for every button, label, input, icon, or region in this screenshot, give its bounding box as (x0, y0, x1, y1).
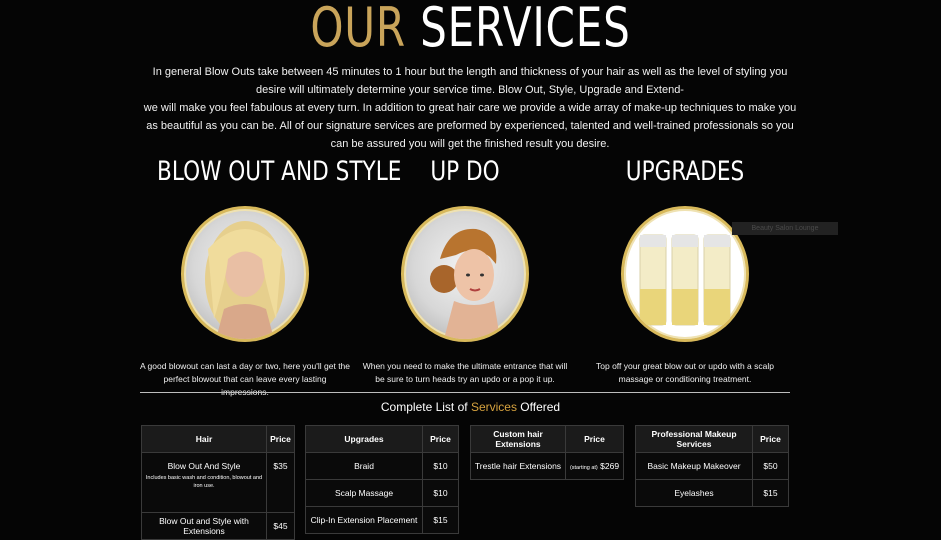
col-header: Price (422, 425, 459, 453)
table-header-row: Professional Makeup Services Price (635, 425, 789, 453)
overlay-tag: Beauty Salon Lounge (732, 222, 838, 235)
table-row: Basic Makeup Makeover $50 (635, 452, 789, 480)
price-cell: $45 (266, 512, 295, 540)
col-header: Price (266, 425, 295, 453)
service-desc: When you need to make the ultimate entra… (362, 361, 568, 384)
intro-text: In general Blow Outs take between 45 min… (140, 63, 800, 153)
upgrades-photo (621, 206, 749, 342)
service-title: UPGRADES (625, 156, 745, 187)
woman-blonde-icon (205, 221, 285, 339)
service-desc: Top off your great blow out or updo with… (596, 361, 774, 384)
col-header: Custom hair Extensions (470, 425, 566, 453)
service-note: Includes basic wash and condition, blowo… (145, 475, 263, 489)
price-value: $269 (600, 461, 620, 471)
col-header: Price (565, 425, 624, 453)
table-row: Eyelashes $15 (635, 479, 789, 507)
service-name-cell: Clip-In Extension Placement (305, 506, 423, 534)
list-title-highlight: Services (470, 400, 517, 414)
upgrades-price-table: Upgrades Price Braid $10 Scalp Massage $… (305, 425, 459, 534)
table-row: Trestle hair Extensions (starting at) $2… (470, 452, 624, 480)
table-header-row: Upgrades Price (305, 425, 459, 453)
woman-updo-icon (430, 228, 500, 339)
title-our: OUR (310, 0, 406, 59)
service-upgrades: UPGRADES Top off your great blow out or … (575, 155, 795, 386)
service-updo: UP DO When you need to make the ultimate… (355, 155, 575, 386)
page-title: OUR SERVICES (104, 0, 838, 62)
list-title: Complete List of Services Offered (0, 400, 941, 414)
col-header: Upgrades (305, 425, 423, 453)
table-row: Blow Out and Style with Extensions $45 (141, 512, 295, 540)
price-cell: $15 (752, 479, 789, 507)
price-cell: $10 (422, 479, 459, 507)
service-name-cell: Blow Out and Style with Extensions (141, 512, 267, 540)
table-header-row: Custom hair Extensions Price (470, 425, 624, 453)
table-row: Scalp Massage $10 (305, 479, 459, 507)
service-name-cell: Scalp Massage (305, 479, 423, 507)
service-name-cell: Braid (305, 452, 423, 480)
list-title-suffix: Offered (516, 400, 561, 414)
bottles-icon (639, 234, 731, 326)
price-cell: $35 (266, 452, 295, 513)
price-cell: (starting at) $269 (565, 452, 624, 480)
service-title: UP DO (430, 156, 500, 187)
price-cell: $15 (422, 506, 459, 534)
table-header-row: Hair Price (141, 425, 295, 453)
table-row: Braid $10 (305, 452, 459, 480)
table-row: Blow Out And Style Includes basic wash a… (141, 452, 295, 513)
divider (140, 392, 790, 393)
service-name: Blow Out And Style (167, 461, 241, 471)
extensions-price-table: Custom hair Extensions Price Trestle hai… (470, 425, 624, 480)
intro-line-1: In general Blow Outs take between 45 min… (152, 66, 788, 96)
service-name-cell: Basic Makeup Makeover (635, 452, 753, 480)
table-row: Clip-In Extension Placement $15 (305, 506, 459, 534)
hair-price-table: Hair Price Blow Out And Style Includes b… (141, 425, 295, 540)
title-services: SERVICES (420, 0, 631, 59)
service-title: BLOW OUT AND STYLE (157, 156, 402, 187)
service-blowout: BLOW OUT AND STYLE A good blowout can la… (135, 155, 402, 399)
price-cell: $50 (752, 452, 789, 480)
col-header: Professional Makeup Services (635, 425, 753, 453)
col-header: Price (752, 425, 789, 453)
price-note: (starting at) (569, 465, 598, 471)
list-title-prefix: Complete List of (380, 400, 471, 414)
blowout-photo (181, 206, 309, 342)
col-header: Hair (141, 425, 267, 453)
service-name-cell: Blow Out And Style Includes basic wash a… (141, 452, 267, 513)
updo-photo (401, 206, 529, 342)
price-cell: $10 (422, 452, 459, 480)
service-desc: A good blowout can last a day or two, he… (140, 361, 351, 397)
service-name-cell: Trestle hair Extensions (470, 452, 566, 480)
intro-line-2: we will make you feel fabulous at every … (143, 102, 797, 150)
makeup-price-table: Professional Makeup Services Price Basic… (635, 425, 789, 507)
service-name-cell: Eyelashes (635, 479, 753, 507)
